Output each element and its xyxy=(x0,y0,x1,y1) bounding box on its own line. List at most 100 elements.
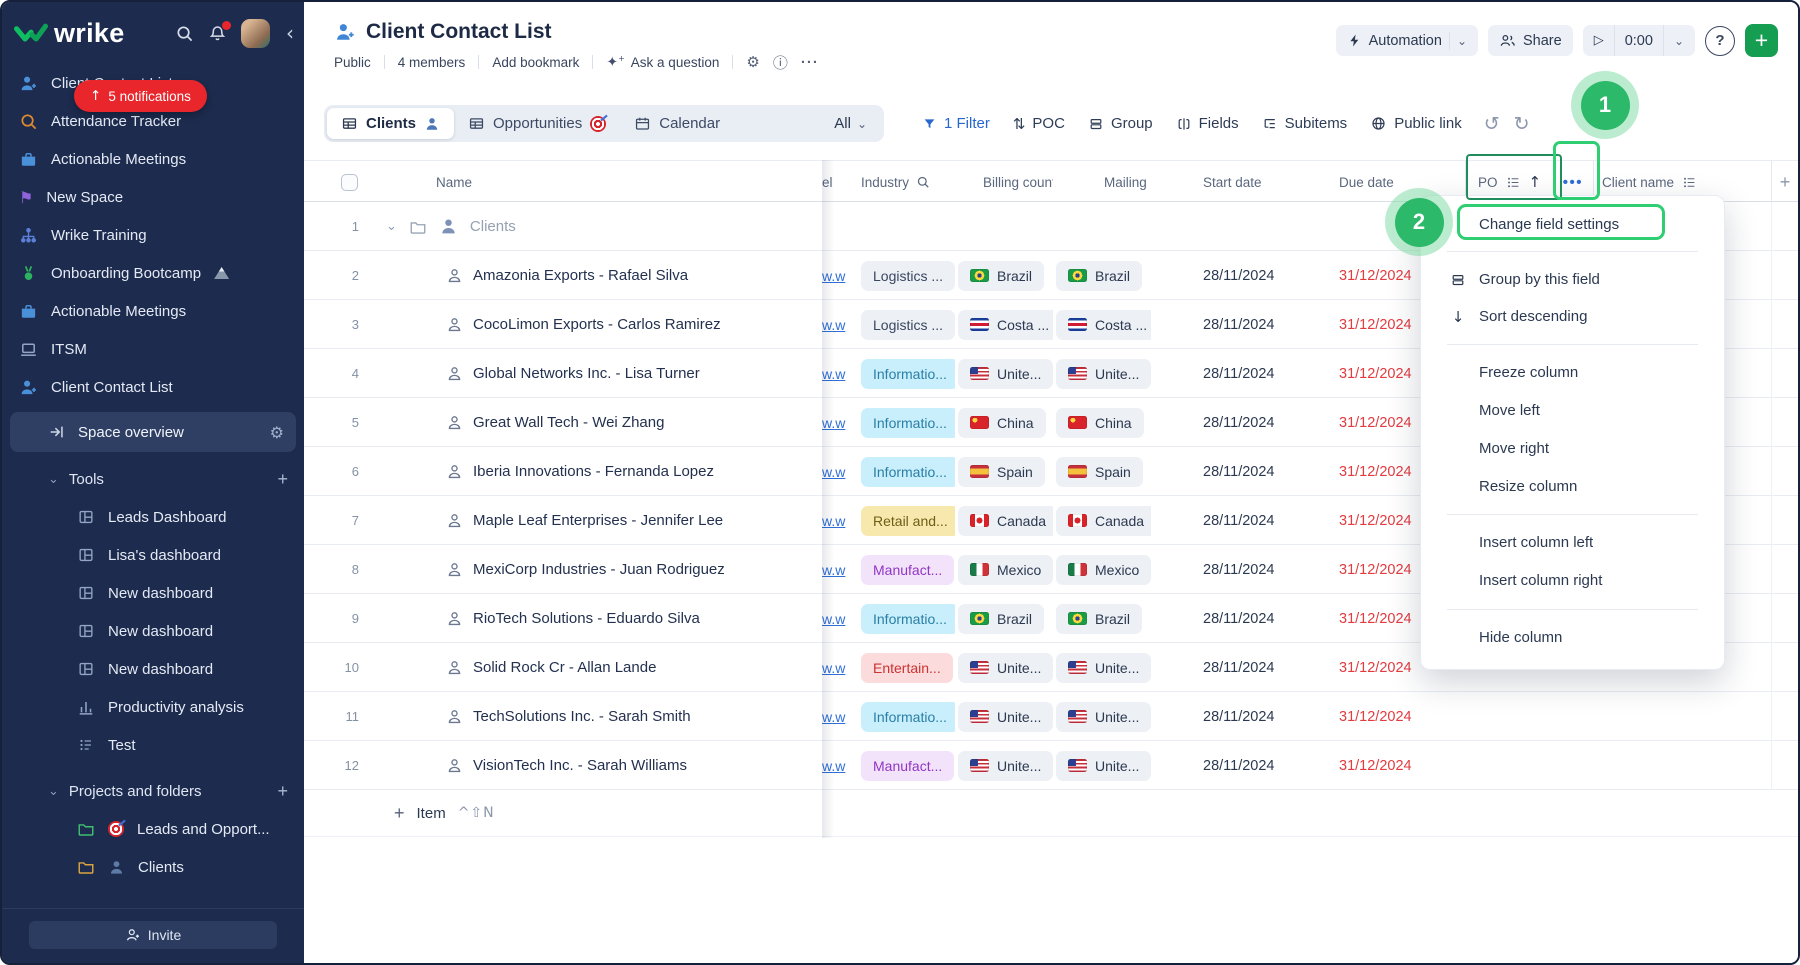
subitems-button[interactable]: Subitems xyxy=(1262,115,1348,132)
task-name[interactable]: RioTech Solutions - Eduardo Silva xyxy=(473,610,700,627)
visibility-label[interactable]: Public xyxy=(334,55,371,70)
mailing-country-tag[interactable]: Unite... xyxy=(1056,751,1151,781)
task-name[interactable]: CocoLimon Exports - Carlos Ramirez xyxy=(473,316,721,333)
billing-country-tag[interactable]: Unite... xyxy=(958,359,1053,389)
start-date[interactable]: 28/11/2024 xyxy=(1151,398,1323,447)
sidebar-item-wrike-training[interactable]: Wrike Training xyxy=(2,216,304,254)
public-link-button[interactable]: Public link xyxy=(1370,115,1462,132)
website-link[interactable]: w.w xyxy=(822,562,845,578)
website-link[interactable]: w.w xyxy=(822,513,845,529)
billing-country-tag[interactable]: Canada xyxy=(958,506,1053,536)
notifications-badge[interactable]: ↑ 5 notifications xyxy=(74,80,207,112)
menu-item-move-right[interactable]: Move right xyxy=(1421,429,1724,467)
billing-country-tag[interactable]: Unite... xyxy=(958,653,1053,683)
fields-button[interactable]: Fields xyxy=(1176,115,1239,132)
add-item-row[interactable]: + Item ^⇧N xyxy=(304,790,1798,837)
start-date[interactable]: 28/11/2024 xyxy=(1151,741,1323,790)
wrike-logo[interactable]: wrike xyxy=(14,18,125,49)
sidebar-item-new-dashboard-2[interactable]: New dashboard xyxy=(2,612,304,650)
sidebar-item-lisas-dashboard[interactable]: Lisa's dashboard xyxy=(2,536,304,574)
due-date[interactable]: 31/12/2024 xyxy=(1323,692,1465,741)
start-date[interactable]: 28/11/2024 xyxy=(1151,594,1323,643)
start-date[interactable]: 28/11/2024 xyxy=(1151,349,1323,398)
help-button[interactable]: ? xyxy=(1705,26,1735,56)
task-name[interactable]: VisionTech Inc. - Sarah Williams xyxy=(473,757,687,774)
menu-item-insert-column-right[interactable]: Insert column right xyxy=(1421,561,1724,600)
billing-country-tag[interactable]: Unite... xyxy=(958,702,1053,732)
mailing-country-tag[interactable]: Unite... xyxy=(1056,653,1151,683)
billing-country-tag[interactable]: Mexico xyxy=(958,555,1053,585)
column-industry[interactable]: Industry xyxy=(848,161,955,203)
website-link[interactable]: w.w xyxy=(822,317,845,333)
column-start-date[interactable]: Start date xyxy=(1151,161,1323,203)
task-name[interactable]: TechSolutions Inc. - Sarah Smith xyxy=(473,708,691,725)
more-options-icon[interactable]: ··· xyxy=(801,54,819,71)
start-date[interactable]: 28/11/2024 xyxy=(1151,692,1323,741)
task-name[interactable]: MexiCorp Industries - Juan Rodriguez xyxy=(473,561,725,578)
task-name[interactable]: Great Wall Tech - Wei Zhang xyxy=(473,414,664,431)
tab-all-dropdown[interactable]: All ⌄ xyxy=(820,115,881,132)
billing-country-tag[interactable]: Brazil xyxy=(958,261,1044,291)
start-date[interactable]: 28/11/2024 xyxy=(1151,447,1323,496)
industry-tag[interactable]: Informatio... xyxy=(861,359,955,389)
select-all-checkbox[interactable] xyxy=(341,174,358,191)
gear-icon[interactable]: ⚙ xyxy=(746,53,759,71)
menu-item-hide-column[interactable]: Hide column xyxy=(1421,619,1724,656)
industry-tag[interactable]: Manufact... xyxy=(861,751,954,781)
search-icon[interactable] xyxy=(175,24,194,43)
tab-opportunities[interactable]: Opportunities xyxy=(454,108,620,139)
menu-item-group-by-this-field[interactable]: Group by this field xyxy=(1421,261,1724,298)
billing-country-tag[interactable]: Costa ... xyxy=(958,310,1053,340)
user-avatar[interactable] xyxy=(241,19,270,48)
add-project-icon[interactable]: + xyxy=(277,781,288,802)
sidebar-section-tools[interactable]: ⌄ Tools + xyxy=(2,460,304,498)
start-date[interactable]: 28/11/2024 xyxy=(1151,643,1323,692)
mailing-country-tag[interactable]: Brazil xyxy=(1056,604,1142,634)
start-date[interactable]: 28/11/2024 xyxy=(1151,251,1323,300)
sidebar-item-new-dashboard-3[interactable]: New dashboard xyxy=(2,650,304,688)
mailing-country-tag[interactable]: Spain xyxy=(1056,457,1143,487)
menu-item-move-left[interactable]: Move left xyxy=(1421,391,1724,429)
column-billing-country[interactable]: Billing count xyxy=(955,161,1053,203)
sidebar-item-new-dashboard-1[interactable]: New dashboard xyxy=(2,574,304,612)
industry-tag[interactable]: Informatio... xyxy=(861,604,955,634)
menu-item-resize-column[interactable]: Resize column xyxy=(1421,467,1724,505)
website-link[interactable]: w.w xyxy=(822,415,845,431)
mailing-country-tag[interactable]: China xyxy=(1056,408,1144,438)
sidebar-item-new-space[interactable]: ⚑ New Space xyxy=(2,178,304,216)
members-count[interactable]: 4 members xyxy=(398,55,466,70)
mailing-country-tag[interactable]: Unite... xyxy=(1056,359,1151,389)
mailing-country-tag[interactable]: Canada xyxy=(1056,506,1151,536)
chevron-down-icon[interactable]: ⌄ xyxy=(48,472,59,487)
website-link[interactable]: w.w xyxy=(822,366,845,382)
industry-tag[interactable]: Informatio... xyxy=(861,457,955,487)
start-date[interactable]: 28/11/2024 xyxy=(1151,545,1323,594)
billing-country-tag[interactable]: Spain xyxy=(958,457,1045,487)
due-date[interactable]: 31/12/2024 xyxy=(1323,741,1465,790)
task-name[interactable]: Global Networks Inc. - Lisa Turner xyxy=(473,365,700,382)
create-new-button[interactable]: + xyxy=(1745,24,1778,57)
tab-calendar[interactable]: Calendar xyxy=(620,108,734,139)
website-link[interactable]: w.w xyxy=(822,268,845,284)
menu-item-freeze-column[interactable]: Freeze column xyxy=(1421,354,1724,391)
industry-tag[interactable]: Manufact... xyxy=(861,555,954,585)
group-row-name[interactable]: ⌄ Clients xyxy=(370,202,822,251)
website-link[interactable]: w.w xyxy=(822,660,845,676)
sidebar-section-projects[interactable]: ⌄ Projects and folders + xyxy=(2,772,304,810)
add-column-button[interactable]: + xyxy=(1771,161,1798,203)
sidebar-item-test[interactable]: Test xyxy=(2,726,304,764)
table-row[interactable]: 12 VisionTech Inc. - Sarah Williams w.w … xyxy=(304,741,1798,790)
website-link[interactable]: w.w xyxy=(822,464,845,480)
undo-icon[interactable]: ↺ xyxy=(1484,113,1500,135)
sidebar-item-onboarding-bootcamp[interactable]: Onboarding Bootcamp xyxy=(2,254,304,292)
add-tool-icon[interactable]: + xyxy=(277,469,288,490)
website-link[interactable]: w.w xyxy=(822,611,845,627)
collapse-sidebar-icon[interactable]: ‹ xyxy=(286,23,294,43)
sidebar-item-clients-folder[interactable]: Clients xyxy=(2,848,304,886)
filter-button[interactable]: 1 Filter xyxy=(922,115,990,132)
chevron-down-icon[interactable]: ⌄ xyxy=(48,784,59,799)
tab-clients[interactable]: Clients xyxy=(327,108,454,139)
mailing-country-tag[interactable]: Costa ... xyxy=(1056,310,1151,340)
column-name[interactable]: Name xyxy=(370,161,822,203)
sidebar-item-productivity-analysis[interactable]: Productivity analysis xyxy=(2,688,304,726)
